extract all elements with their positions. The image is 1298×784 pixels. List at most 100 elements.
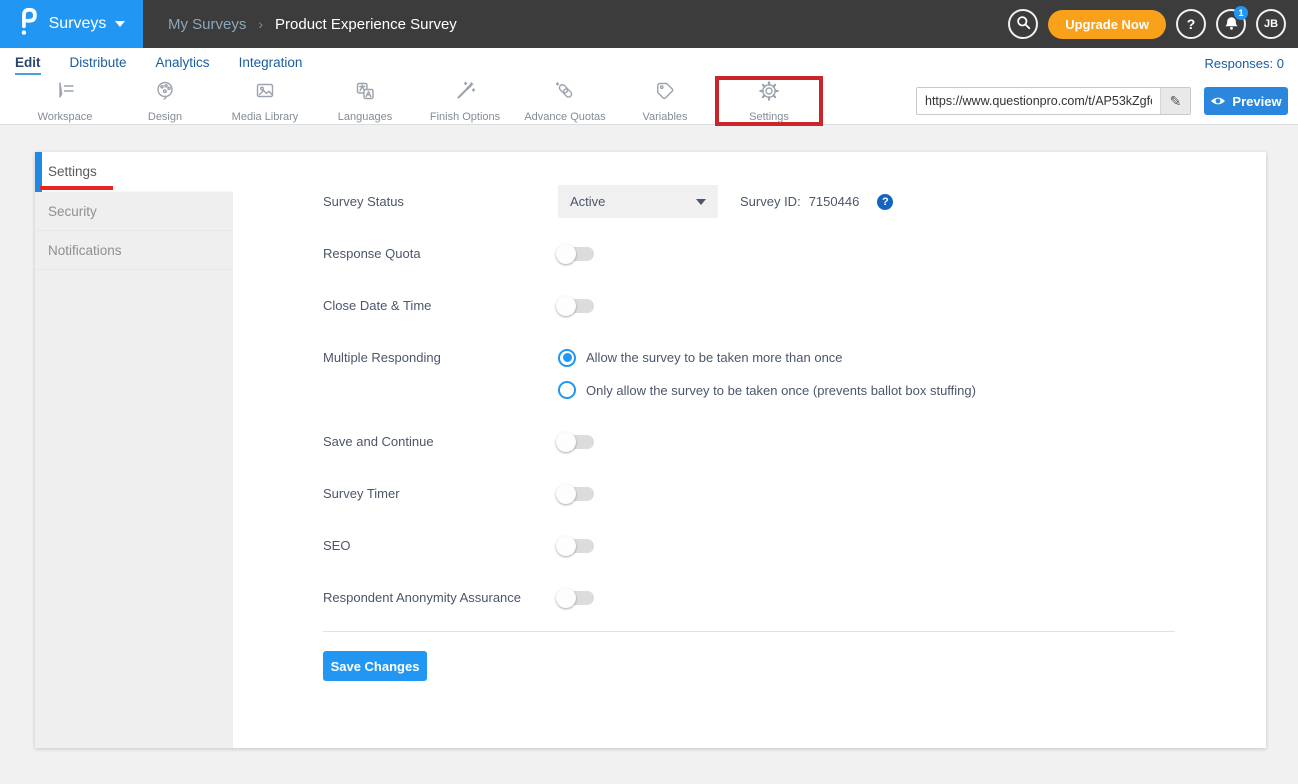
notifications-button[interactable]: 1 — [1216, 9, 1246, 39]
multiple-responding-row: Multiple Responding Allow the survey to … — [323, 341, 1175, 406]
upgrade-now-button[interactable]: Upgrade Now — [1048, 10, 1166, 39]
save-changes-button[interactable]: Save Changes — [323, 651, 427, 681]
seo-label: SEO — [323, 538, 558, 553]
save-and-continue-toggle[interactable] — [558, 435, 594, 449]
seo-toggle[interactable] — [558, 539, 594, 553]
toolbar-item-advance-quotas[interactable]: Advance Quotas — [515, 78, 615, 124]
toolbar-label: Settings — [749, 111, 789, 123]
sidebar-item-label: Settings — [48, 164, 97, 179]
tab-analytics[interactable]: Analytics — [156, 51, 210, 75]
toolbar-label: Variables — [642, 111, 687, 123]
radio-allow-multiple[interactable] — [558, 349, 576, 367]
chevron-down-icon — [696, 199, 706, 205]
toolbar-item-variables[interactable]: Variables — [615, 78, 715, 124]
tab-integration[interactable]: Integration — [239, 51, 303, 75]
response-quota-label: Response Quota — [323, 246, 558, 261]
survey-timer-toggle[interactable] — [558, 487, 594, 501]
toolbar-item-languages[interactable]: Languages — [315, 78, 415, 124]
toolbar-item-finish-options[interactable]: Finish Options — [415, 78, 515, 124]
respondent-anonymity-toggle[interactable] — [558, 591, 594, 605]
responses-count[interactable]: Responses: 0 — [1205, 56, 1298, 71]
toolbar-label: Design — [148, 111, 182, 123]
survey-status-label: Survey Status — [323, 194, 558, 209]
seo-row: SEO — [323, 529, 1175, 562]
toolbar-label: Workspace — [38, 111, 93, 123]
toggle-knob — [556, 432, 576, 452]
multiple-responding-option-1: Multiple Responding Allow the survey to … — [323, 341, 1175, 374]
toolbar-item-design[interactable]: Design — [115, 78, 215, 124]
survey-url-input[interactable] — [917, 88, 1160, 114]
image-icon — [253, 79, 277, 108]
toolbar-label: Finish Options — [430, 111, 500, 123]
avatar-initials: JB — [1264, 18, 1278, 30]
breadcrumb-separator: › — [258, 16, 263, 32]
respondent-anonymity-label: Respondent Anonymity Assurance — [323, 590, 558, 605]
survey-timer-row: Survey Timer — [323, 477, 1175, 510]
sidebar-item-notifications[interactable]: Notifications — [35, 231, 233, 270]
preview-label: Preview — [1232, 94, 1281, 109]
survey-id-help-icon[interactable]: ? — [877, 194, 893, 210]
radio-only-once-label: Only allow the survey to be taken once (… — [586, 383, 976, 398]
save-and-continue-row: Save and Continue — [323, 425, 1175, 458]
toolbar-item-media-library[interactable]: Media Library — [215, 78, 315, 124]
survey-timer-label: Survey Timer — [323, 486, 558, 501]
workspace-icon — [53, 79, 77, 108]
settings-form: Survey Status Active Survey ID: 7150446 … — [233, 152, 1266, 748]
tab-edit[interactable]: Edit — [15, 51, 41, 75]
search-button[interactable] — [1008, 9, 1038, 39]
survey-id-label: Survey ID: — [740, 194, 801, 209]
tag-icon — [653, 79, 677, 108]
toolbar-right: ✎ Preview — [916, 78, 1298, 124]
toggle-knob — [556, 484, 576, 504]
toolbar-label: Languages — [338, 111, 392, 123]
product-menu[interactable]: Surveys — [0, 0, 143, 48]
toggle-knob — [556, 244, 576, 264]
palette-icon — [153, 79, 177, 108]
survey-status-row: Survey Status Active Survey ID: 7150446 … — [323, 185, 1175, 218]
radio-only-once[interactable] — [558, 381, 576, 399]
chevron-down-icon — [115, 21, 125, 27]
help-button[interactable]: ? — [1176, 9, 1206, 39]
toggle-knob — [556, 536, 576, 556]
toggle-knob — [556, 296, 576, 316]
page-title: Product Experience Survey — [275, 16, 457, 33]
toolbar-item-workspace[interactable]: Workspace — [15, 78, 115, 124]
close-date-time-toggle[interactable] — [558, 299, 594, 313]
survey-tab-bar: Edit Distribute Analytics Integration Re… — [0, 48, 1298, 78]
survey-id-value: 7150446 — [809, 194, 860, 209]
response-quota-toggle[interactable] — [558, 247, 594, 261]
product-menu-label: Surveys — [49, 15, 107, 33]
questionpro-logo-icon — [18, 6, 40, 43]
settings-sidebar: Settings Security Notifications — [35, 152, 233, 748]
question-mark-icon: ? — [1187, 16, 1196, 32]
sidebar-item-label: Security — [48, 204, 97, 219]
respondent-anonymity-row: Respondent Anonymity Assurance — [323, 581, 1175, 614]
toolbar-label: Advance Quotas — [524, 111, 605, 123]
form-divider — [323, 631, 1175, 632]
toolbar-item-settings[interactable]: Settings — [719, 80, 819, 122]
radio-allow-multiple-label: Allow the survey to be taken more than o… — [586, 350, 843, 365]
toggle-knob — [556, 588, 576, 608]
multiple-responding-label: Multiple Responding — [323, 350, 558, 365]
edit-url-button[interactable]: ✎ — [1160, 88, 1190, 114]
breadcrumb-my-surveys[interactable]: My Surveys — [168, 16, 246, 33]
preview-button[interactable]: Preview — [1204, 87, 1288, 115]
survey-status-dropdown[interactable]: Active — [558, 185, 718, 218]
close-date-time-row: Close Date & Time — [323, 289, 1175, 322]
notification-badge: 1 — [1234, 6, 1248, 20]
eye-icon — [1210, 94, 1226, 109]
response-quota-row: Response Quota — [323, 237, 1175, 270]
chain-links-icon — [553, 79, 577, 108]
sidebar-item-settings[interactable]: Settings — [35, 152, 233, 192]
multiple-responding-option-2: Only allow the survey to be taken once (… — [323, 374, 1175, 406]
sidebar-item-label: Notifications — [48, 243, 122, 258]
close-date-time-label: Close Date & Time — [323, 298, 558, 313]
radio-dot — [563, 353, 572, 362]
settings-card: Settings Security Notifications Survey S… — [35, 152, 1266, 748]
avatar[interactable]: JB — [1256, 9, 1286, 39]
sidebar-item-security[interactable]: Security — [35, 192, 233, 231]
tab-distribute[interactable]: Distribute — [70, 51, 127, 75]
survey-url-group: ✎ — [916, 87, 1191, 115]
toolbar-label: Media Library — [232, 111, 299, 123]
magic-wand-icon — [453, 79, 477, 108]
